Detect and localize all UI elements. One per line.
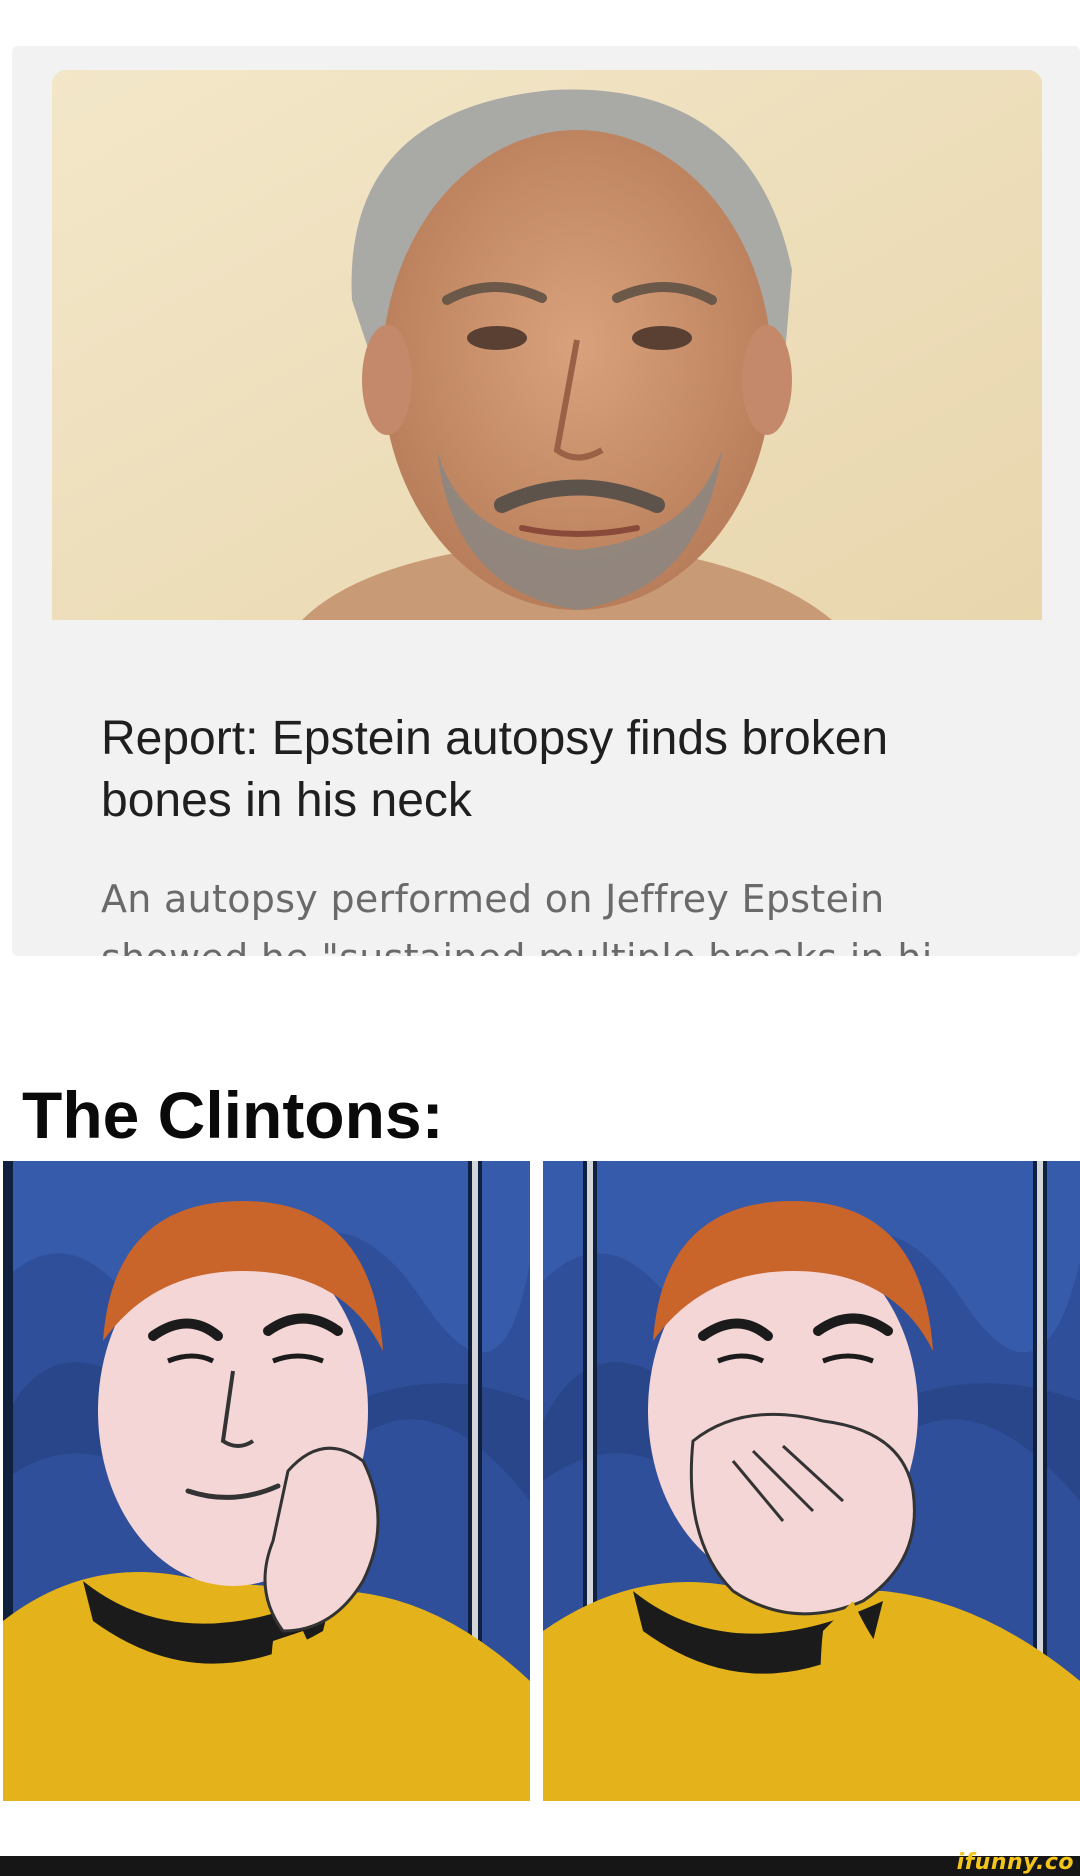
watermark-logo: ifunny.co xyxy=(956,1850,1074,1875)
portrait-photo-icon xyxy=(52,70,1042,620)
news-headline[interactable]: Report: Epstein autopsy finds broken bon… xyxy=(101,708,1001,832)
news-card[interactable]: Report: Epstein autopsy finds broken bon… xyxy=(12,46,1080,956)
cartoon-face-hand-on-cheek-icon xyxy=(3,1161,530,1801)
meme-caption: The Clintons: xyxy=(22,1078,444,1152)
news-snippet: An autopsy performed on Jeffrey Epstein … xyxy=(101,877,969,956)
footer-bar xyxy=(0,1856,1080,1876)
cartoon-face-hand-over-mouth-icon xyxy=(543,1161,1080,1801)
